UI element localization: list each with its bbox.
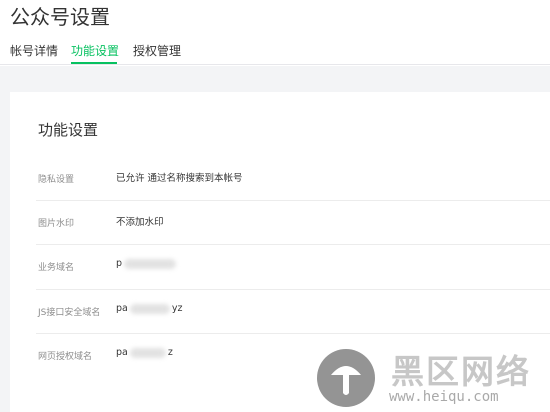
row-label: 隐私设置 xyxy=(38,175,75,185)
row-label: JS接口安全域名 xyxy=(38,308,101,318)
row-value: pa z xyxy=(116,347,173,358)
settings-row-privacy: 隐私设置 已允许 通过名称搜索到本帐号 xyxy=(36,156,550,200)
watermark-url: www.heiqu.com xyxy=(389,389,499,405)
row-value: 不添加水印 xyxy=(116,217,164,228)
settings-row-image-watermark: 图片水印 不添加水印 xyxy=(36,200,550,244)
row-divider xyxy=(36,200,550,201)
row-value: 已允许 通过名称搜索到本帐号 xyxy=(116,173,243,184)
domain-suffix: z xyxy=(167,347,173,358)
page-title: 公众号设置 xyxy=(10,5,110,29)
row-label: 图片水印 xyxy=(38,219,75,229)
row-label: 网页授权域名 xyxy=(38,352,93,362)
watermark-text: 黑区网络 xyxy=(391,352,531,391)
redacted-blur xyxy=(129,347,166,358)
row-divider xyxy=(36,333,550,334)
header: 公众号设置 帐号详情 功能设置 授权管理 xyxy=(0,0,550,66)
domain-suffix: yz xyxy=(171,303,183,314)
domain-prefix: p xyxy=(116,258,123,269)
tab-authorization-management[interactable]: 授权管理 xyxy=(133,42,181,65)
row-value: pa yz xyxy=(116,303,182,314)
section-title: 功能设置 xyxy=(38,121,99,139)
header-divider xyxy=(0,64,550,65)
redacted-blur xyxy=(129,303,170,314)
settings-row-business-domain: 业务域名 p xyxy=(36,244,550,288)
watermark: 黑区网络 www.heiqu.com xyxy=(317,345,550,409)
settings-row-js-secure-domain: JS接口安全域名 pa yz xyxy=(36,289,550,333)
row-divider xyxy=(36,244,550,245)
row-value: p xyxy=(116,258,178,269)
row-label: 业务域名 xyxy=(38,263,75,273)
tab-account-details[interactable]: 帐号详情 xyxy=(10,42,58,65)
redacted-blur xyxy=(124,258,177,269)
domain-prefix: pa xyxy=(116,303,128,314)
mushroom-logo-icon xyxy=(317,349,375,407)
domain-prefix: pa xyxy=(116,347,128,358)
row-divider xyxy=(36,289,550,290)
